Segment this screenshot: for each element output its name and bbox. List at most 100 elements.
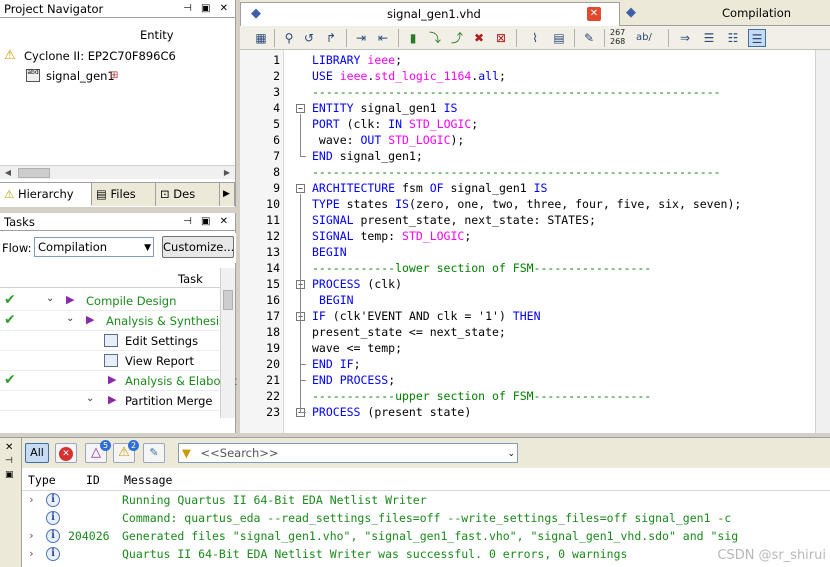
code-line[interactable]: TYPE states IS(zero, one, two, three, fo… <box>312 196 741 212</box>
scroll-thumb[interactable] <box>18 168 50 178</box>
chevron-right-icon[interactable]: › <box>28 493 35 506</box>
chevron-right-icon[interactable]: › <box>28 547 35 560</box>
chevron-down-icon[interactable]: ⌄ <box>46 293 54 304</box>
code-line[interactable]: END IF; <box>312 356 361 372</box>
code-line[interactable]: BEGIN <box>312 244 347 260</box>
fold-toggle-icon[interactable]: − <box>296 184 305 193</box>
customize-button[interactable]: Customize... <box>162 236 234 258</box>
list-check-icon[interactable]: ☷ <box>724 29 742 47</box>
panel-pin-icon[interactable]: ⊣ ▣ ✕ <box>183 0 231 18</box>
scroll-left-icon[interactable]: ◀ <box>2 167 14 179</box>
code-line[interactable]: ARCHITECTURE fsm OF signal_gen1 IS <box>312 180 547 196</box>
clear-bookmarks-icon[interactable]: ⊠ <box>492 29 510 47</box>
chevron-right-icon[interactable]: › <box>28 529 35 542</box>
task-row-partition-merge[interactable]: ⌄ ▶ Partition Merge <box>0 391 220 411</box>
tab-files[interactable]: ▤ Files <box>92 183 156 206</box>
message-search-input[interactable]: ▼ <<Search>> ⌄ <box>178 443 518 463</box>
block-comment-icon[interactable]: ▤ <box>550 29 568 47</box>
code-line[interactable]: SIGNAL present_state, next_state: STATES… <box>312 212 596 228</box>
float-icon[interactable]: ▣ <box>5 470 14 480</box>
scroll-thumb[interactable] <box>223 290 233 310</box>
filter-all-button[interactable]: All <box>25 443 49 463</box>
find-icon[interactable]: ⚲ <box>280 29 298 47</box>
code-line[interactable]: PORT (clk: IN STD_LOGIC; <box>312 116 478 132</box>
message-row[interactable]: › i 204026 Generated files "signal_gen1.… <box>22 528 830 546</box>
chevron-down-icon[interactable]: ⌄ <box>66 313 74 324</box>
code-line[interactable]: ------------lower section of FSM--------… <box>312 260 651 276</box>
play-icon[interactable]: ▶ <box>66 293 74 306</box>
code-line[interactable]: ENTITY signal_gen1 IS <box>312 100 457 116</box>
list-icon[interactable]: ☰ <box>700 29 718 47</box>
filter-error-button[interactable]: ✕ <box>55 443 77 463</box>
fold-toggle-icon[interactable]: − <box>296 104 305 113</box>
code-line[interactable]: END signal_gen1; <box>312 148 423 164</box>
task-row-view-report[interactable]: View Report <box>0 351 220 371</box>
tab-signal-gen1-vhd[interactable]: ◆ signal_gen1.vhd ✕ <box>240 2 620 26</box>
code-line[interactable]: IF (clk'EVENT AND clk = '1') THEN <box>312 308 541 324</box>
pin-icon[interactable]: ⊣ <box>5 456 13 466</box>
message-row[interactable]: › i Running Quartus II 64-Bit EDA Netlis… <box>22 492 830 510</box>
next-bookmark-icon[interactable]: ⤵ <box>426 29 444 47</box>
message-row[interactable]: i Command: quartus_eda --read_settings_f… <box>22 510 830 528</box>
panel-pin-icon[interactable]: ⊣ ▣ ✕ <box>183 213 231 231</box>
message-row[interactable]: › i Quartus II 64-Bit EDA Netlist Writer… <box>22 546 830 564</box>
indent-icon[interactable]: ⇥ <box>352 29 370 47</box>
code-line[interactable]: PROCESS (present state) <box>312 404 471 420</box>
column-id-header[interactable]: ID <box>86 473 100 487</box>
entity-row[interactable]: abd signal_gen1 ⊞ <box>0 66 235 86</box>
task-column-header[interactable]: Task <box>178 272 203 286</box>
remove-bookmark-icon[interactable]: ✖ <box>470 29 488 47</box>
bookmark-icon[interactable]: ▮ <box>404 29 422 47</box>
tab-compilation-report[interactable]: ◆ Compilation Report - s <box>622 2 830 42</box>
column-message-header[interactable]: Message <box>124 473 172 487</box>
entity-column-header[interactable]: Entity <box>140 28 174 42</box>
code-line[interactable]: SIGNAL temp: STD_LOGIC; <box>312 228 471 244</box>
code-editor[interactable]: 1 2 3 4 5 6 7 8 9 10 11 12 13 14 15 16 17 18 19 20 21 22 23 LI… <box>240 50 830 433</box>
filter-info-button[interactable]: ✎ <box>143 443 165 463</box>
code-line[interactable]: wave: OUT STD_LOGIC); <box>312 132 464 148</box>
code-line[interactable]: BEGIN <box>312 292 354 308</box>
replace-icon[interactable]: ↺ <box>300 29 318 47</box>
arrow-right-icon[interactable]: ⇒ <box>676 29 694 47</box>
code-line[interactable]: present_state <= next_state; <box>312 324 506 340</box>
play-icon[interactable]: ▶ <box>86 313 94 326</box>
task-row-edit-settings[interactable]: Edit Settings <box>0 331 220 351</box>
play-icon[interactable]: ▶ <box>108 393 116 406</box>
task-row-analysis-elaboration[interactable]: ✔ ▶ Analysis & Elaborat <box>0 371 237 391</box>
prev-bookmark-icon[interactable]: ⤴ <box>448 29 466 47</box>
tab-design-units[interactable]: ⊡ Des <box>156 183 220 206</box>
list-selected-icon[interactable]: ☰ <box>748 29 766 47</box>
task-row-analysis-synthesis[interactable]: ✔ ⌄ ▶ Analysis & Synthesis <box>0 311 225 331</box>
column-type-header[interactable]: Type <box>28 473 56 487</box>
navigator-horizontal-scrollbar[interactable]: ◀ ▶ <box>0 165 235 179</box>
line-numbers-toggle[interactable]: 267 268 <box>610 28 625 46</box>
code-line[interactable]: ------------upper section of FSM--------… <box>312 388 651 404</box>
scroll-right-icon[interactable]: ▶ <box>221 167 233 179</box>
code-line[interactable]: ----------------------------------------… <box>312 84 721 100</box>
play-icon[interactable]: ▶ <box>108 373 116 386</box>
flow-select[interactable]: Compilation ▼ <box>34 237 154 257</box>
code-line[interactable]: END PROCESS; <box>312 372 395 388</box>
device-row[interactable]: ⚠ Cyclone II: EP2C70F896C6 <box>0 46 235 66</box>
code-line[interactable]: LIBRARY ieee; <box>312 52 402 68</box>
tasks-vertical-scrollbar[interactable] <box>220 268 235 418</box>
close-icon[interactable]: ✕ <box>5 442 13 453</box>
word-wrap-toggle[interactable]: ab/ <box>636 32 652 43</box>
chevron-down-icon[interactable]: ⌄ <box>86 393 94 404</box>
code-line[interactable]: USE ieee.std_logic_1164.all; <box>312 68 506 84</box>
code-line[interactable]: PROCESS (clk) <box>312 276 402 292</box>
tab-hierarchy[interactable]: ⚠ Hierarchy <box>0 183 92 206</box>
tab-scroll-right[interactable]: ▶ <box>220 183 235 206</box>
code-line[interactable]: ----------------------------------------… <box>312 164 721 180</box>
task-row-compile-design[interactable]: ✔ ⌄ ▶ Compile Design <box>0 291 220 311</box>
editor-vertical-scrollbar[interactable] <box>815 50 830 433</box>
templates-icon[interactable]: ▦ <box>252 29 270 47</box>
filter-suppressed-button[interactable]: △ 5 <box>85 440 111 463</box>
code-line[interactable]: wave <= temp; <box>312 340 402 356</box>
attach-icon[interactable]: ⌇ <box>526 29 544 47</box>
unindent-icon[interactable]: ⇤ <box>374 29 392 47</box>
filter-warning-button[interactable]: ⚠ 2 <box>113 440 139 463</box>
close-icon[interactable]: ✕ <box>587 7 601 21</box>
goto-line-icon[interactable]: ↱ <box>322 29 340 47</box>
wizard-icon[interactable]: ✎ <box>580 29 598 47</box>
